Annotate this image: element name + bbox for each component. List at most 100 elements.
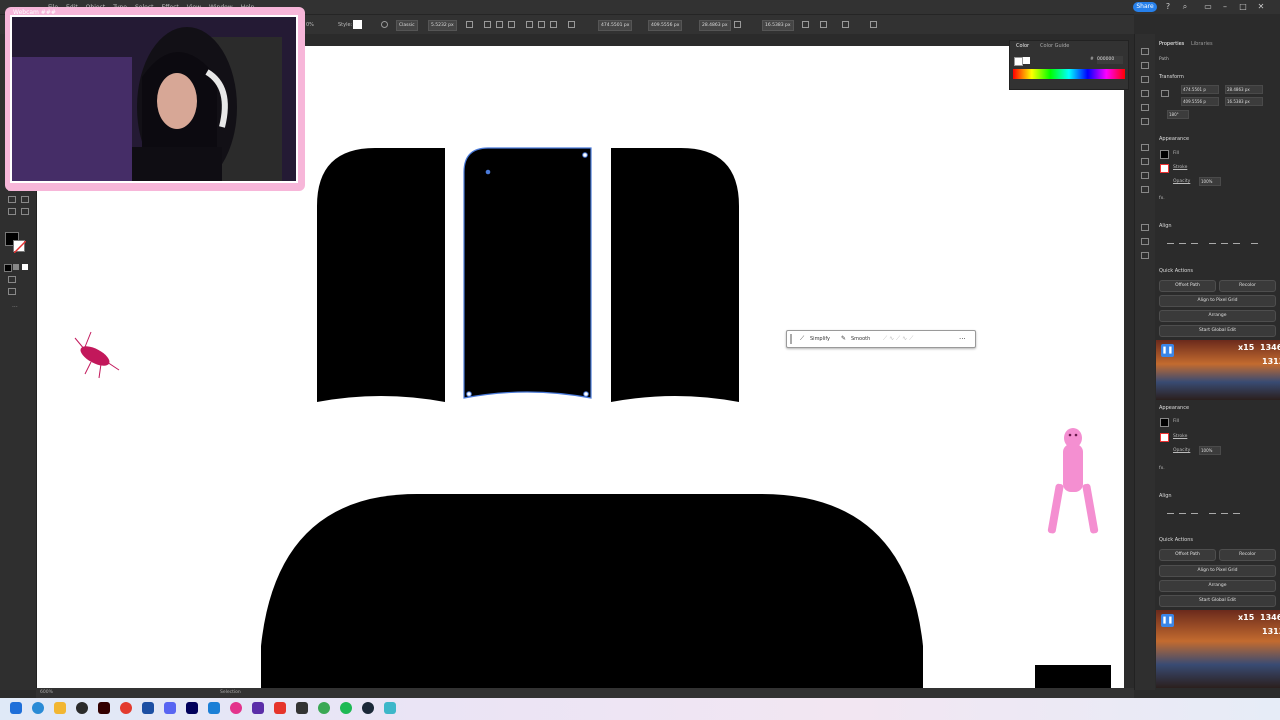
app-icon-7[interactable] — [318, 702, 330, 714]
recolor-icon[interactable] — [381, 21, 388, 28]
h-field[interactable]: 16.5383 px — [762, 20, 794, 31]
opacity-label-2[interactable]: Opacity — [1173, 448, 1190, 453]
maximize-icon[interactable]: □ — [1238, 2, 1248, 12]
more-options-button[interactable]: ... — [959, 333, 966, 341]
panel-menu-icon[interactable] — [870, 21, 877, 28]
app-icon-2[interactable] — [208, 702, 220, 714]
align-hcenter-icon[interactable] — [1179, 237, 1186, 244]
share-button[interactable]: Share — [1133, 2, 1157, 12]
app-icon-6[interactable] — [296, 702, 308, 714]
screen-mode-icon[interactable] — [8, 288, 16, 295]
recolor-button-2[interactable]: Recolor — [1219, 549, 1276, 561]
drag-handle[interactable] — [790, 334, 792, 344]
gradient-panel-icon[interactable] — [1141, 158, 1149, 165]
align-hcenter-icon[interactable] — [1179, 507, 1186, 514]
global-edit-button[interactable]: Start Global Edit — [1159, 325, 1276, 337]
align-pixel-grid-button[interactable]: Align to Pixel Grid — [1159, 295, 1276, 307]
after-effects-icon[interactable] — [186, 702, 198, 714]
app-icon-3[interactable] — [230, 702, 242, 714]
windows-start-icon[interactable] — [10, 702, 22, 714]
align-top-icon[interactable] — [1209, 507, 1216, 514]
align-right-icon[interactable] — [1191, 507, 1198, 514]
link-icon[interactable] — [734, 21, 741, 28]
grid-icon[interactable] — [820, 21, 827, 28]
x-field[interactable]: 474.5501 px — [598, 20, 633, 31]
pause-icon[interactable]: ❚❚ — [1161, 344, 1174, 357]
global-edit-button-2[interactable]: Start Global Edit — [1159, 595, 1276, 607]
tab-color-guide[interactable]: Color Guide — [1040, 43, 1069, 49]
rotation-field[interactable]: 180° — [1167, 110, 1189, 119]
draw-mode-icon[interactable] — [8, 276, 16, 283]
eyedropper-tool-icon[interactable] — [8, 196, 16, 203]
align-left-icon[interactable] — [1167, 507, 1174, 514]
opacity-field[interactable]: 100% — [1199, 177, 1221, 186]
arrange-button[interactable]: Arrange — [1159, 310, 1276, 322]
fx-button-2[interactable]: fx. — [1159, 466, 1165, 471]
obs-icon[interactable] — [76, 702, 88, 714]
stroke-swatch-small[interactable] — [1160, 164, 1169, 173]
align-bottom-icon[interactable] — [1233, 237, 1240, 244]
align-right-icon[interactable] — [508, 21, 515, 28]
transform-ref-icon[interactable] — [568, 21, 575, 28]
fill-swatch-small-2[interactable] — [1160, 418, 1169, 427]
color-mode-icon[interactable] — [4, 264, 12, 272]
search-icon[interactable]: ⌕ — [1180, 2, 1190, 12]
transform-w-field[interactable]: 28.4863 px — [1225, 85, 1263, 94]
properties-panel-icon[interactable] — [1141, 48, 1149, 55]
isolate-icon[interactable] — [802, 21, 809, 28]
spotify-icon[interactable] — [340, 702, 352, 714]
chrome-icon[interactable] — [120, 702, 132, 714]
app-icon[interactable] — [142, 702, 154, 714]
discord-icon[interactable] — [164, 702, 176, 714]
illustrator-icon[interactable] — [98, 702, 110, 714]
none-mode-icon[interactable] — [22, 264, 28, 270]
align-left-icon[interactable] — [1167, 237, 1174, 244]
simplify-button[interactable]: Simplify — [810, 336, 830, 342]
arrange-documents-icon[interactable]: ▭ — [1203, 2, 1213, 12]
color-spectrum[interactable] — [1013, 69, 1125, 79]
menu-icon[interactable] — [842, 21, 849, 28]
steam-icon[interactable] — [362, 702, 374, 714]
offset-path-button[interactable]: Offset Path — [1159, 280, 1216, 292]
shape-icon[interactable] — [466, 21, 473, 28]
align-bottom-icon[interactable] — [1233, 507, 1240, 514]
align-vcenter-icon[interactable] — [1221, 237, 1228, 244]
close-icon[interactable]: ✕ — [1256, 2, 1266, 12]
slice-tool-icon[interactable] — [8, 208, 16, 215]
stroke-type-select[interactable]: Classic — [396, 20, 418, 31]
gradient-mode-icon[interactable] — [13, 264, 19, 270]
help-icon[interactable]: ? — [1163, 2, 1173, 12]
edit-toolbar-icon[interactable]: ··· — [12, 304, 18, 311]
arrange-button-2[interactable]: Arrange — [1159, 580, 1276, 592]
style-swatch[interactable] — [353, 20, 362, 29]
y-field[interactable]: 409.5556 px — [648, 20, 683, 31]
opacity-label[interactable]: Opacity — [1173, 179, 1190, 184]
hand-tool-icon[interactable] — [21, 208, 29, 215]
links-panel-icon[interactable] — [1141, 252, 1149, 259]
blend-tool-icon[interactable] — [21, 196, 29, 203]
transparency-panel-icon[interactable] — [1141, 172, 1149, 179]
transform-h-field[interactable]: 16.5383 px — [1225, 97, 1263, 106]
fill-swatch-small[interactable] — [1160, 150, 1169, 159]
fx-button[interactable]: fx. — [1159, 196, 1165, 201]
align-top-icon[interactable] — [1209, 237, 1216, 244]
app-icon-5[interactable] — [274, 702, 286, 714]
opacity-field-2[interactable]: 100% — [1199, 446, 1221, 455]
swatches-panel-icon[interactable] — [1141, 90, 1149, 97]
stroke-label[interactable]: Stroke — [1173, 165, 1187, 170]
align-pixel-grid-button-2[interactable]: Align to Pixel Grid — [1159, 565, 1276, 577]
minimize-icon[interactable]: – — [1220, 2, 1230, 12]
libraries-panel-icon[interactable] — [1141, 62, 1149, 69]
stroke-swatch[interactable] — [13, 240, 26, 253]
align-vcenter-icon[interactable] — [1221, 507, 1228, 514]
brushes-panel-icon[interactable] — [1141, 104, 1149, 111]
recolor-button[interactable]: Recolor — [1219, 280, 1276, 292]
symbols-panel-icon[interactable] — [1141, 118, 1149, 125]
align-middle-icon[interactable] — [538, 21, 545, 28]
app-icon-8[interactable] — [384, 702, 396, 714]
stroke-swatch-small-2[interactable] — [1160, 433, 1169, 442]
stroke-panel-icon[interactable] — [1141, 144, 1149, 151]
align-center-icon[interactable] — [496, 21, 503, 28]
distribute-icon[interactable] — [1251, 237, 1258, 244]
edge-icon[interactable] — [32, 702, 44, 714]
